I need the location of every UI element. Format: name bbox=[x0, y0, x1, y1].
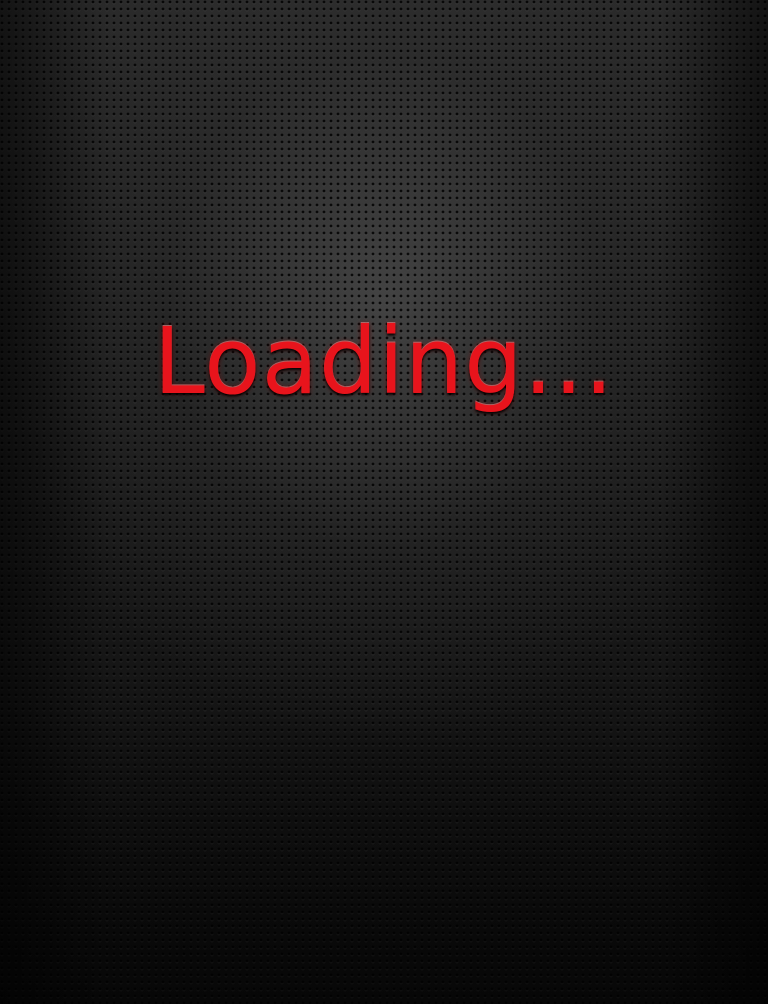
loading-screen: Loading... bbox=[0, 0, 768, 1004]
perforated-metal-texture bbox=[0, 0, 768, 1004]
background-vignette bbox=[0, 0, 768, 1004]
loading-label: Loading... bbox=[153, 308, 615, 415]
